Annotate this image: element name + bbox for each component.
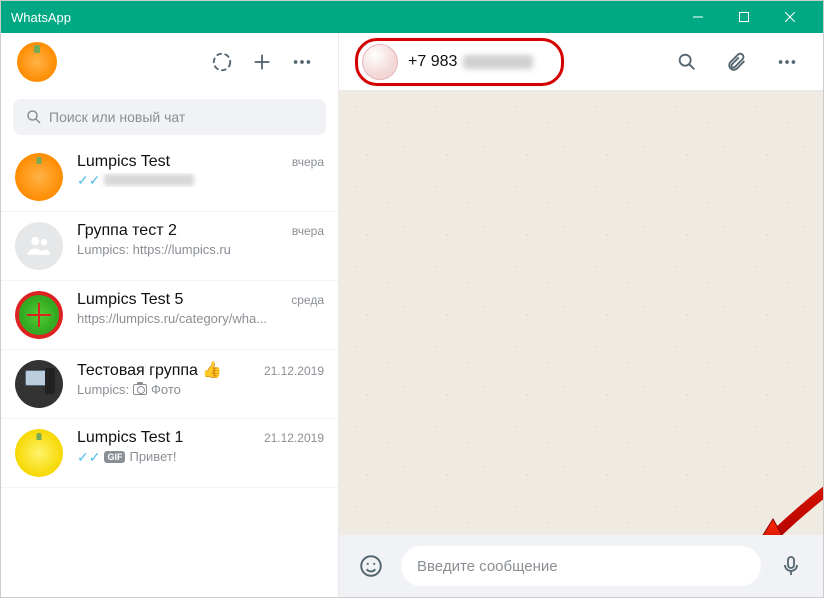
chat-name: Тестовая группа 👍 xyxy=(77,360,258,380)
preview-photo-label: Фото xyxy=(151,382,181,397)
preview-prefix: Lumpics: xyxy=(77,382,129,397)
chat-time: 21.12.2019 xyxy=(264,431,324,445)
chat-item-test-group[interactable]: Тестовая группа 👍 21.12.2019 Lumpics: Фо… xyxy=(1,350,338,419)
avatar xyxy=(15,153,63,201)
chat-preview: https://lumpics.ru/category/wha... xyxy=(77,311,324,326)
emoji-icon xyxy=(358,553,384,579)
chat-name: Lumpics Test 1 xyxy=(77,429,258,447)
chat-preview: ✓✓ xyxy=(77,173,324,187)
status-button[interactable] xyxy=(202,42,242,82)
chat-name: Lumpics Test xyxy=(77,153,286,171)
chat-time: среда xyxy=(291,293,324,307)
chat-item-lumpics-test-1[interactable]: Lumpics Test 1 21.12.2019 ✓✓ GIF Привет! xyxy=(1,419,338,488)
titlebar: WhatsApp xyxy=(1,1,823,33)
chat-background-pattern xyxy=(339,91,823,535)
chat-pane: +7 983 xyxy=(339,33,823,597)
avatar xyxy=(15,429,63,477)
mic-button[interactable] xyxy=(773,548,809,584)
blurred-preview xyxy=(104,174,194,186)
chat-preview: Lumpics: https://lumpics.ru xyxy=(77,242,324,257)
preview-text: Привет! xyxy=(129,449,176,464)
sidebar-header xyxy=(1,33,338,91)
chat-search-button[interactable] xyxy=(667,42,707,82)
window-maximize-button[interactable] xyxy=(721,1,767,33)
app-window: WhatsApp xyxy=(0,0,824,598)
status-icon xyxy=(211,51,233,73)
contact-avatar xyxy=(362,44,398,80)
mic-icon xyxy=(779,554,803,578)
chat-item-lumpics-test[interactable]: Lumpics Test вчера ✓✓ xyxy=(1,143,338,212)
search-icon xyxy=(676,51,698,73)
contact-info-chip[interactable]: +7 983 xyxy=(355,38,564,86)
message-input[interactable] xyxy=(417,558,745,575)
chat-time: 21.12.2019 xyxy=(264,364,324,378)
chat-messages-area[interactable] xyxy=(339,91,823,535)
chat-name: Группа тест 2 xyxy=(77,222,286,240)
chat-preview: Lumpics: Фото xyxy=(77,382,324,397)
chat-time: вчера xyxy=(292,224,324,238)
chat-preview: ✓✓ GIF Привет! xyxy=(77,449,324,464)
contact-phone-prefix: +7 983 xyxy=(408,53,457,71)
search-input[interactable] xyxy=(49,109,314,125)
chat-name: Lumpics Test 5 xyxy=(77,291,285,309)
new-chat-button[interactable] xyxy=(242,42,282,82)
chat-menu-button[interactable] xyxy=(767,42,807,82)
emoji-button[interactable] xyxy=(353,548,389,584)
app-title: WhatsApp xyxy=(11,10,675,25)
gif-badge: GIF xyxy=(104,451,125,463)
camera-icon xyxy=(133,384,147,395)
avatar xyxy=(15,360,63,408)
my-profile-avatar[interactable] xyxy=(17,42,57,82)
sidebar: Lumpics Test вчера ✓✓ xyxy=(1,33,339,597)
chat-list[interactable]: Lumpics Test вчера ✓✓ xyxy=(1,143,338,597)
dots-icon xyxy=(291,51,313,73)
window-close-button[interactable] xyxy=(767,1,813,33)
chat-item-lumpics-test-5[interactable]: Lumpics Test 5 среда https://lumpics.ru/… xyxy=(1,281,338,350)
search-icon xyxy=(25,108,43,126)
message-input-row xyxy=(339,535,823,597)
avatar xyxy=(15,291,63,339)
group-icon xyxy=(24,231,54,261)
attach-button[interactable] xyxy=(717,42,757,82)
chat-item-group-test-2[interactable]: Группа тест 2 вчера Lumpics: https://lum… xyxy=(1,212,338,281)
contact-phone-blurred xyxy=(463,55,533,69)
dots-icon xyxy=(776,51,798,73)
message-input-wrap[interactable] xyxy=(401,546,761,586)
search-box[interactable] xyxy=(13,99,326,135)
sidebar-menu-button[interactable] xyxy=(282,42,322,82)
window-minimize-button[interactable] xyxy=(675,1,721,33)
avatar xyxy=(15,222,63,270)
contact-phone: +7 983 xyxy=(408,53,533,71)
read-ticks-icon: ✓✓ xyxy=(77,173,100,187)
search-row xyxy=(1,91,338,143)
chat-header: +7 983 xyxy=(339,33,823,91)
computer-icon xyxy=(19,364,59,404)
chat-time: вчера xyxy=(292,155,324,169)
attach-icon xyxy=(726,51,748,73)
read-ticks-icon: ✓✓ xyxy=(77,450,100,464)
plus-icon xyxy=(251,51,273,73)
